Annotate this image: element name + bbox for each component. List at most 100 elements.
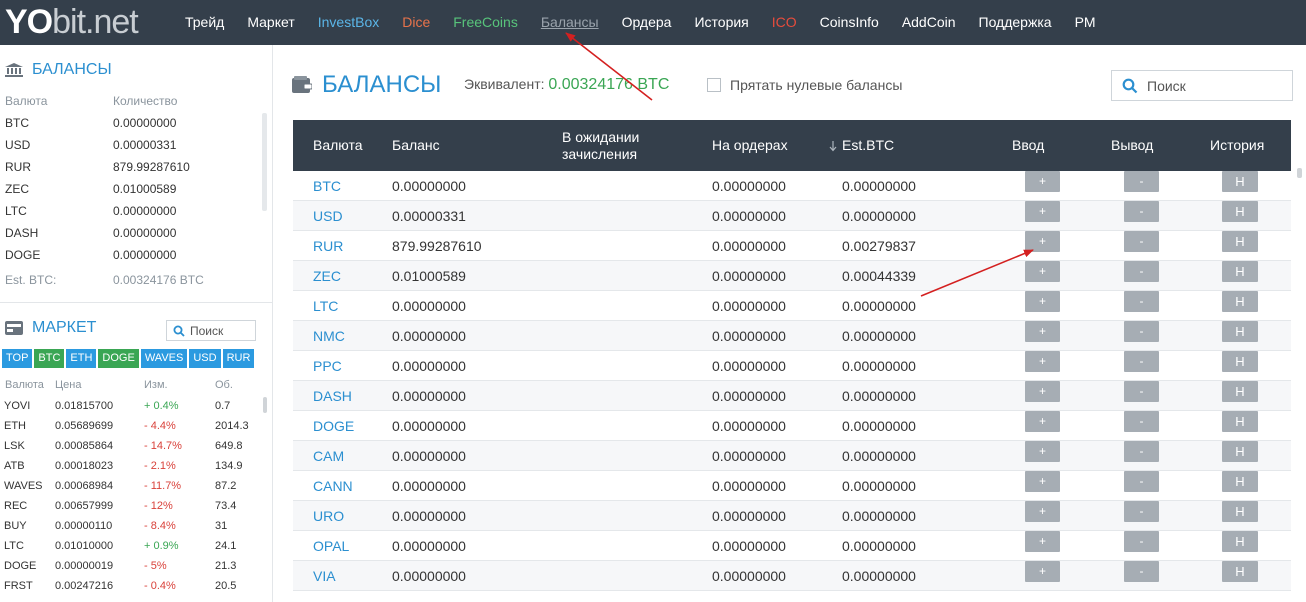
withdraw-button[interactable]: - bbox=[1124, 471, 1159, 492]
row-currency-link[interactable]: LTC bbox=[313, 291, 338, 321]
history-button[interactable]: H bbox=[1222, 441, 1258, 462]
site-logo[interactable]: YObit.net bbox=[5, 2, 139, 42]
row-currency-link[interactable]: ZEC bbox=[313, 261, 341, 291]
deposit-button[interactable]: + bbox=[1025, 201, 1060, 222]
nav-item-9[interactable]: CoinsInfo bbox=[820, 0, 879, 45]
col-pending[interactable]: В ожидании зачисления bbox=[562, 120, 639, 171]
nav-item-1[interactable]: Маркет bbox=[247, 0, 294, 45]
market-tab-2[interactable]: ETH bbox=[66, 349, 97, 368]
market-row[interactable]: ATB 0.00018023 - 2.1% 134.9 bbox=[0, 457, 262, 477]
withdraw-button[interactable]: - bbox=[1124, 411, 1159, 432]
history-button[interactable]: H bbox=[1222, 411, 1258, 432]
nav-item-4[interactable]: FreeCoins bbox=[453, 0, 518, 45]
deposit-button[interactable]: + bbox=[1025, 531, 1060, 552]
nav-item-0[interactable]: Трейд bbox=[185, 0, 224, 45]
withdraw-button[interactable]: - bbox=[1124, 201, 1159, 222]
row-currency-link[interactable]: CAM bbox=[313, 441, 344, 471]
deposit-button[interactable]: + bbox=[1025, 351, 1060, 372]
history-button[interactable]: H bbox=[1222, 201, 1258, 222]
deposit-button[interactable]: + bbox=[1025, 411, 1060, 432]
nav-item-5[interactable]: Балансы bbox=[541, 0, 599, 45]
withdraw-button[interactable]: - bbox=[1124, 261, 1159, 282]
nav-item-7[interactable]: История bbox=[694, 0, 748, 45]
market-search-input[interactable]: Поиск bbox=[166, 320, 256, 341]
history-button[interactable]: H bbox=[1222, 171, 1258, 192]
market-row[interactable]: LTC 0.01010000 + 0.9% 24.1 bbox=[0, 537, 262, 557]
row-currency-link[interactable]: PPC bbox=[313, 351, 342, 381]
history-button[interactable]: H bbox=[1222, 321, 1258, 342]
balances-scrollbar[interactable] bbox=[262, 113, 267, 211]
deposit-button[interactable]: + bbox=[1025, 261, 1060, 282]
market-row[interactable]: WAVES 0.00068984 - 11.7% 87.2 bbox=[0, 477, 262, 497]
withdraw-button[interactable]: - bbox=[1124, 561, 1159, 582]
market-row[interactable]: REC 0.00657999 - 12% 73.4 bbox=[0, 497, 262, 517]
market-row[interactable]: BUY 0.00000110 - 8.4% 31 bbox=[0, 517, 262, 537]
withdraw-button[interactable]: - bbox=[1124, 351, 1159, 372]
withdraw-button[interactable]: - bbox=[1124, 171, 1159, 192]
market-tab-5[interactable]: USD bbox=[189, 349, 221, 368]
deposit-button[interactable]: + bbox=[1025, 321, 1060, 342]
withdraw-button[interactable]: - bbox=[1124, 441, 1159, 462]
history-button[interactable]: H bbox=[1222, 261, 1258, 282]
market-tab-4[interactable]: WAVES bbox=[140, 349, 188, 368]
row-currency-link[interactable]: BTC bbox=[313, 171, 341, 201]
row-currency-link[interactable]: USD bbox=[313, 201, 343, 231]
history-button[interactable]: H bbox=[1222, 561, 1258, 582]
history-button[interactable]: H bbox=[1222, 471, 1258, 492]
market-row[interactable]: FRST 0.00247216 - 0.4% 20.5 bbox=[0, 577, 262, 597]
history-button[interactable]: H bbox=[1222, 291, 1258, 312]
market-row[interactable]: YOVI 0.01815700 + 0.4% 0.7 bbox=[0, 397, 262, 417]
withdraw-button[interactable]: - bbox=[1124, 501, 1159, 522]
deposit-button[interactable]: + bbox=[1025, 561, 1060, 582]
col-est-btc[interactable]: Est.BTC bbox=[828, 120, 894, 171]
market-tab-6[interactable]: RUR bbox=[222, 349, 255, 368]
page-scrollbar-thumb[interactable] bbox=[1297, 168, 1302, 178]
market-row[interactable]: LSK 0.00085864 - 14.7% 649.8 bbox=[0, 437, 262, 457]
col-orders[interactable]: На ордерах bbox=[712, 120, 788, 171]
deposit-button[interactable]: + bbox=[1025, 441, 1060, 462]
history-button[interactable]: H bbox=[1222, 501, 1258, 522]
market-tab-3[interactable]: DOGE bbox=[98, 349, 139, 368]
nav-item-12[interactable]: PM bbox=[1075, 0, 1096, 45]
market-tab-1[interactable]: BTC bbox=[34, 349, 65, 368]
market-tab-0[interactable]: TOP bbox=[2, 349, 33, 368]
col-currency[interactable]: Валюта bbox=[313, 120, 363, 171]
deposit-button[interactable]: + bbox=[1025, 501, 1060, 522]
nav-item-10[interactable]: AddCoin bbox=[902, 0, 956, 45]
deposit-button[interactable]: + bbox=[1025, 171, 1060, 192]
history-button[interactable]: H bbox=[1222, 531, 1258, 552]
deposit-button[interactable]: + bbox=[1025, 381, 1060, 402]
col-balance[interactable]: Баланс bbox=[392, 120, 440, 171]
row-currency-link[interactable]: NMC bbox=[313, 321, 345, 351]
withdraw-button[interactable]: - bbox=[1124, 321, 1159, 342]
hide-zero-balances-toggle[interactable]: Прятать нулевые балансы bbox=[707, 77, 902, 93]
row-currency-link[interactable]: OPAL bbox=[313, 531, 349, 561]
row-currency-link[interactable]: DASH bbox=[313, 381, 352, 411]
withdraw-button[interactable]: - bbox=[1124, 381, 1159, 402]
page-scrollbar[interactable] bbox=[1297, 120, 1302, 602]
withdraw-button[interactable]: - bbox=[1124, 231, 1159, 252]
nav-item-8[interactable]: ICO bbox=[772, 0, 797, 45]
market-row[interactable]: DOGE 0.00000019 - 5% 21.3 bbox=[0, 557, 262, 577]
nav-item-11[interactable]: Поддержка bbox=[979, 0, 1052, 45]
row-currency-link[interactable]: CANN bbox=[313, 471, 353, 501]
market-scrollbar[interactable] bbox=[263, 397, 267, 413]
deposit-button[interactable]: + bbox=[1025, 231, 1060, 252]
balances-search-input[interactable]: Поиск bbox=[1111, 70, 1293, 101]
nav-item-3[interactable]: Dice bbox=[402, 0, 430, 45]
row-currency-link[interactable]: DOGE bbox=[313, 411, 354, 441]
nav-item-6[interactable]: Ордера bbox=[622, 0, 672, 45]
history-button[interactable]: H bbox=[1222, 231, 1258, 252]
nav-item-2[interactable]: InvestBox bbox=[318, 0, 379, 45]
withdraw-button[interactable]: - bbox=[1124, 291, 1159, 312]
deposit-button[interactable]: + bbox=[1025, 471, 1060, 492]
row-currency-link[interactable]: VIA bbox=[313, 561, 336, 591]
history-button[interactable]: H bbox=[1222, 381, 1258, 402]
hide-zero-checkbox[interactable] bbox=[707, 78, 721, 92]
row-currency-link[interactable]: URO bbox=[313, 501, 344, 531]
market-row[interactable]: ETH 0.05689699 - 4.4% 2014.3 bbox=[0, 417, 262, 437]
withdraw-button[interactable]: - bbox=[1124, 531, 1159, 552]
deposit-button[interactable]: + bbox=[1025, 291, 1060, 312]
row-currency-link[interactable]: RUR bbox=[313, 231, 343, 261]
history-button[interactable]: H bbox=[1222, 351, 1258, 372]
